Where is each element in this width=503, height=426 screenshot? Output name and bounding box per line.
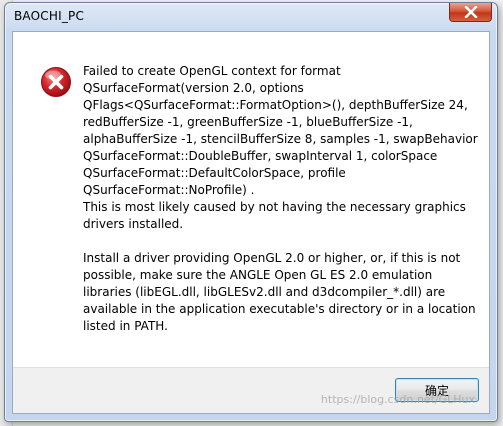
message-line: possible, make sure the ANGLE Open GL ES… [83, 268, 433, 282]
window-title: BAOCHI_PC [14, 9, 85, 23]
message-line: available in the application executable'… [83, 302, 476, 316]
message-line: Failed to create OpenGL context for form… [83, 64, 341, 78]
error-message: Failed to create OpenGL context for form… [83, 63, 483, 335]
title-bar[interactable]: BAOCHI_PC [5, 3, 497, 31]
message-paragraph-1: Failed to create OpenGL context for form… [83, 63, 483, 233]
message-line: QSurfaceFormat(version 2.0, options [83, 81, 304, 95]
message-line: QFlags<QSurfaceFormat::FormatOption>(), … [83, 98, 468, 112]
close-button[interactable] [449, 3, 492, 22]
message-line: Install a driver providing OpenGL 2.0 or… [83, 251, 461, 265]
ok-button[interactable]: 确定 [395, 378, 479, 402]
button-bar: 确定 https://blog.csdn.net/GLHux [13, 367, 489, 413]
message-line: QSurfaceFormat::NoProfile) . [83, 183, 255, 197]
message-line: drivers installed. [83, 217, 184, 231]
close-icon [464, 6, 477, 18]
message-line: This is most likely caused by not having… [83, 200, 466, 214]
message-line: redBufferSize -1, greenBufferSize -1, bl… [83, 115, 413, 129]
message-line: libraries (libEGL.dll, libGLESv2.dll and… [83, 285, 446, 299]
message-dialog: BAOCHI_PC Failed to create OpenGL contex… [4, 2, 498, 422]
message-line: listed in PATH. [83, 319, 168, 333]
message-line: QSurfaceFormat::DefaultColorSpace, profi… [83, 166, 346, 180]
message-paragraph-2: Install a driver providing OpenGL 2.0 or… [83, 250, 483, 335]
error-icon [41, 67, 71, 97]
message-line: QSurfaceFormat::DoubleBuffer, swapInterv… [83, 149, 438, 163]
dialog-content: Failed to create OpenGL context for form… [12, 31, 490, 414]
message-line: alphaBufferSize -1, stencilBufferSize 8,… [83, 132, 478, 146]
